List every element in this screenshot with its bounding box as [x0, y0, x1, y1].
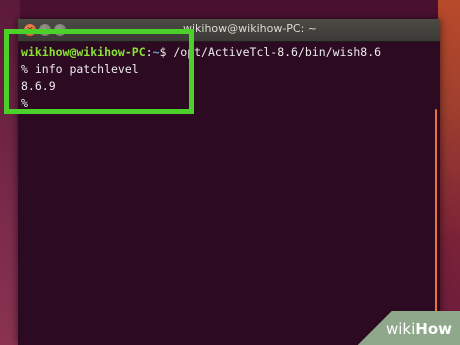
highlight-annotation-box: [4, 29, 194, 114]
desktop-background-right: [438, 0, 460, 345]
watermark-prefix: wiki: [385, 320, 416, 338]
terminal-scrollbar[interactable]: [435, 109, 437, 319]
watermark-logo: wikiHow: [386, 320, 452, 338]
command-text: /opt/ActiveTcl-8.6/bin/wish8.6: [173, 45, 382, 59]
watermark-suffix: How: [415, 320, 452, 338]
